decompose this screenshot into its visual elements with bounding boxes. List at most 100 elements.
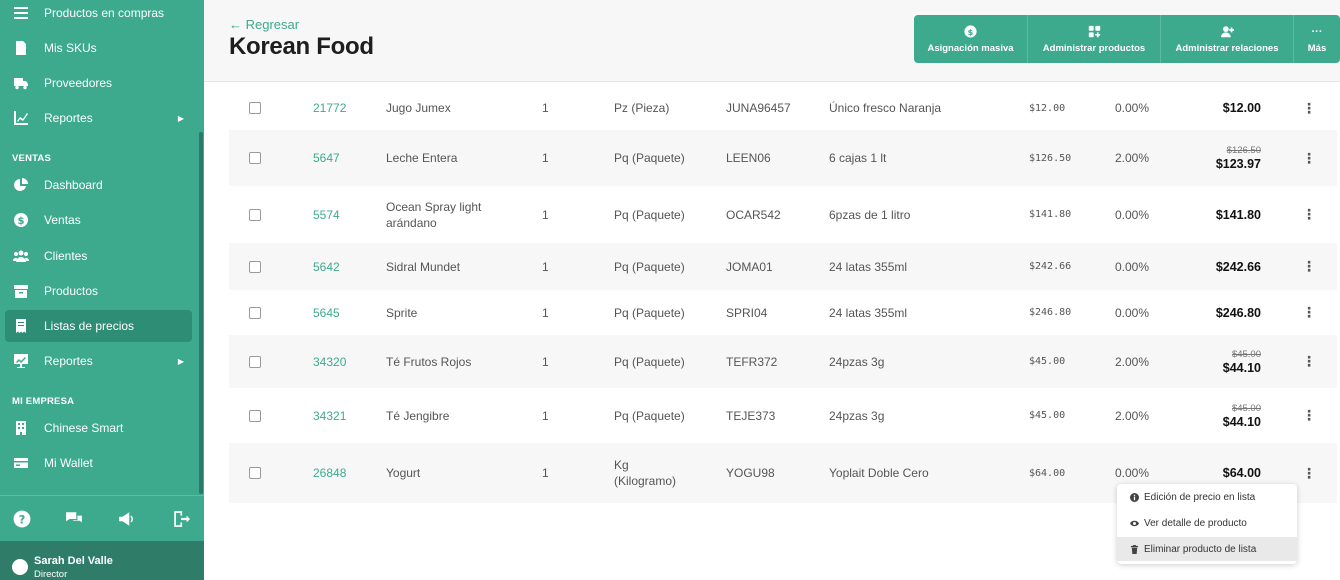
table-row: 5647 Leche Entera 1 Pq (Paquete) LEEN06 …	[229, 130, 1337, 186]
row-checkbox[interactable]	[249, 130, 261, 186]
page-title: Korean Food	[229, 33, 374, 60]
sidebar-item-dashboard[interactable]: Dashboard	[5, 169, 192, 201]
product-name: Té Frutos Rojos	[386, 354, 472, 369]
product-price: $141.80	[1029, 209, 1072, 220]
product-id-link[interactable]: 5645	[313, 290, 340, 335]
product-name: Leche Entera	[386, 151, 458, 165]
pie-chart-icon	[12, 176, 30, 194]
sidebar-item-clientes[interactable]: Clientes	[5, 240, 192, 272]
back-link[interactable]: ← Regresar	[229, 17, 299, 32]
product-unit: Pq (Paquete)	[614, 151, 685, 165]
table-row: 21772 Jugo Jumex 1 Pz (Pieza) JUNA96457 …	[229, 86, 1337, 130]
action-label: Administrar relaciones	[1175, 42, 1279, 54]
product-sku: JOMA01	[726, 259, 773, 274]
sidebar-item-proveedores[interactable]: Proveedores	[5, 67, 192, 99]
page-header: ← Regresar Korean Food $ Asignación masi…	[204, 0, 1340, 82]
logout-icon[interactable]	[171, 509, 191, 529]
sidebar-item-label: Listas de precios	[44, 319, 135, 333]
manage-relations-button[interactable]: Administrar relaciones	[1161, 15, 1294, 63]
row-menu-button[interactable]: ⋮	[1302, 243, 1316, 290]
final-price-value: $44.10	[1222, 360, 1261, 375]
product-sku: SPRI04	[726, 305, 768, 320]
product-sku: OCAR542	[726, 207, 781, 222]
product-discount: 2.00%	[1115, 408, 1150, 423]
remove-product-option[interactable]: Eliminar producto de lista	[1117, 537, 1297, 561]
product-id-link[interactable]: 5642	[313, 243, 340, 290]
product-id-link[interactable]: 26848	[313, 443, 346, 503]
chat-icon[interactable]	[64, 509, 84, 529]
receipt-icon	[12, 317, 30, 335]
svg-text:?: ?	[19, 514, 26, 527]
row-checkbox[interactable]	[249, 186, 261, 243]
product-unit: Pq (Paquete)	[614, 305, 685, 320]
sidebar-item-label: Productos en compras	[44, 6, 165, 20]
table-row: 5645 Sprite 1 Pq (Paquete) SPRI04 24 lat…	[229, 290, 1337, 335]
sidebar-item-chinese-smart[interactable]: Chinese Smart	[5, 412, 192, 444]
sidebar-item-label: Reportes	[44, 354, 93, 368]
sidebar-item-label: Chinese Smart	[44, 421, 124, 435]
sidebar-item-productos-en-compras[interactable]: Productos en compras	[5, 0, 192, 29]
product-unit: Pq (Paquete)	[614, 354, 685, 369]
eye-icon	[1130, 518, 1140, 528]
product-description: Único fresco Naranja	[829, 101, 942, 115]
product-discount: 2.00%	[1115, 354, 1150, 369]
row-checkbox[interactable]	[249, 388, 261, 443]
sidebar-item-productos[interactable]: Productos	[5, 275, 192, 307]
sidebar-item-reportes-compras[interactable]: Reportes ▶	[5, 102, 192, 134]
mass-assignment-button[interactable]: $ Asignación masiva	[914, 15, 1028, 63]
row-checkbox[interactable]	[249, 443, 261, 503]
product-name: Té Jengibre	[386, 408, 450, 423]
row-checkbox[interactable]	[249, 290, 261, 335]
row-checkbox[interactable]	[249, 243, 261, 290]
sidebar-item-mis-skus[interactable]: Mis SKUs	[5, 32, 192, 64]
row-menu-button[interactable]: ⋮	[1302, 86, 1316, 130]
sidebar-item-listas-de-precios[interactable]: Listas de precios	[5, 310, 192, 342]
product-id-link[interactable]: 34320	[313, 335, 346, 388]
user-role: Director	[34, 569, 68, 580]
sidebar-item-mi-wallet[interactable]: Mi Wallet	[5, 447, 192, 479]
product-discount: 0.00%	[1115, 207, 1150, 222]
chevron-right-icon: ▶	[177, 113, 184, 123]
more-button[interactable]: ··· Más	[1294, 15, 1340, 63]
row-menu-button[interactable]: ⋮	[1302, 290, 1316, 335]
dollar-circle-icon: $	[964, 25, 978, 39]
product-sku: TEFR372	[726, 354, 778, 369]
user-name: Sarah Del Valle	[34, 555, 113, 567]
product-unit: Pz (Pieza)	[614, 101, 670, 115]
row-menu-button[interactable]: ⋮	[1302, 186, 1316, 243]
product-id-link[interactable]: 5647	[313, 130, 340, 186]
avatar-icon	[12, 559, 28, 575]
product-qty: 1	[542, 151, 549, 165]
sidebar-item-label: Ventas	[44, 213, 81, 227]
sidebar-item-reportes-ventas[interactable]: Reportes ▶	[5, 345, 192, 377]
help-icon[interactable]: ?	[12, 509, 32, 529]
user-profile[interactable]: Sarah Del Valle Director	[0, 541, 204, 580]
sidebar-item-ventas[interactable]: $ Ventas	[5, 204, 192, 236]
final-price-value: $44.10	[1222, 414, 1261, 429]
row-menu-button[interactable]: ⋮	[1302, 130, 1316, 186]
row-checkbox[interactable]	[249, 86, 261, 130]
product-sku: YOGU98	[726, 466, 775, 480]
sidebar-scrollbar[interactable]	[199, 132, 203, 494]
svg-text:$: $	[968, 27, 974, 37]
product-qty: 1	[542, 354, 549, 369]
final-price-value: $123.97	[1215, 157, 1261, 171]
product-qty: 1	[542, 101, 549, 115]
product-unit: Pq (Paquete)	[614, 259, 685, 274]
row-menu-button[interactable]: ⋮	[1302, 443, 1316, 503]
product-id-link[interactable]: 5574	[313, 186, 340, 243]
product-id-link[interactable]: 21772	[313, 86, 346, 130]
product-id-link[interactable]: 34321	[313, 388, 346, 443]
svg-text:$: $	[18, 216, 25, 227]
product-price: $126.50	[1029, 152, 1072, 164]
product-description: 24 latas 355ml	[829, 259, 908, 274]
product-price: $45.00	[1029, 356, 1066, 367]
row-checkbox[interactable]	[249, 335, 261, 388]
megaphone-icon[interactable]	[117, 509, 137, 529]
manage-products-button[interactable]: Administrar productos	[1028, 15, 1161, 63]
chevron-right-icon: ▶	[177, 356, 184, 366]
edit-list-price-option[interactable]: Edición de precio en lista	[1117, 485, 1297, 509]
view-product-detail-option[interactable]: Ver detalle de producto	[1117, 511, 1297, 535]
row-menu-button[interactable]: ⋮	[1302, 388, 1316, 443]
row-menu-button[interactable]: ⋮	[1302, 335, 1316, 388]
